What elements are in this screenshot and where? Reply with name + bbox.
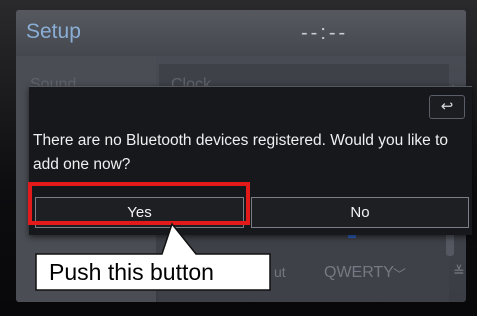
callout-text: Push this button [49,259,214,285]
